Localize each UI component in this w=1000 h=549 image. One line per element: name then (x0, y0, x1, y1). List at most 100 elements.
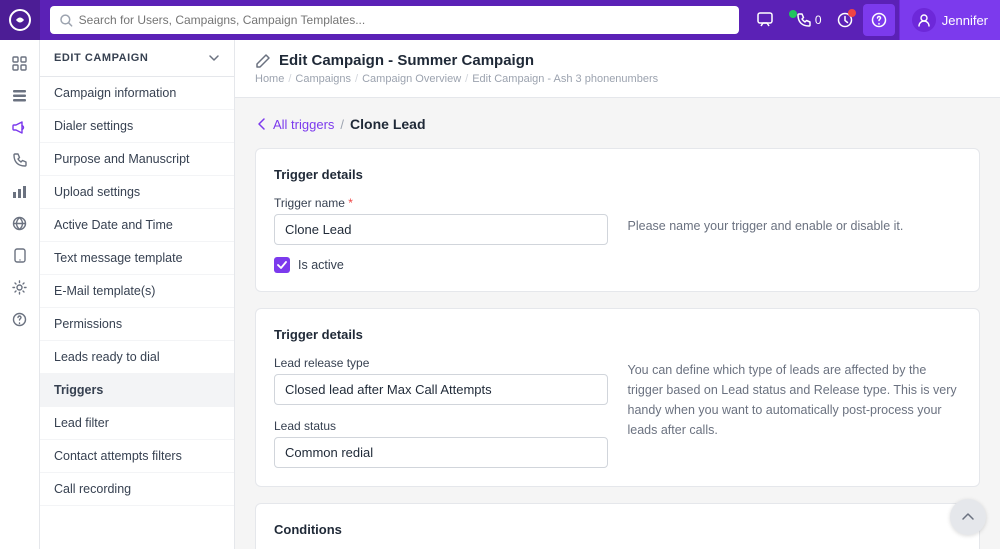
check-icon (277, 261, 287, 269)
sidebar-icon-campaign[interactable] (3, 112, 37, 142)
breadcrumb-sep-1: / (288, 73, 291, 85)
lead-status-select[interactable]: Common redial Completed Do not call (274, 437, 608, 468)
trigger-name-label-text: Trigger name (274, 196, 345, 210)
logo[interactable] (0, 0, 40, 40)
sidebar-item-dialer[interactable]: Dialer settings (40, 110, 234, 143)
sidebar-item-purpose[interactable]: Purpose and Manuscript (40, 143, 234, 176)
sidebar-icon-settings[interactable] (3, 272, 37, 302)
search-icon (60, 14, 73, 27)
globe-icon (12, 216, 27, 231)
green-dot (789, 10, 797, 18)
sidebar-item-sms[interactable]: Text message template (40, 242, 234, 275)
chat-icon (757, 12, 773, 28)
avatar (912, 8, 936, 32)
phone-icon (796, 12, 812, 28)
checkbox-active[interactable] (274, 257, 290, 273)
user-name: Jennifer (942, 13, 988, 28)
call-count: 0 (815, 13, 822, 27)
megaphone-icon (12, 120, 27, 135)
page-title-text: Edit Campaign - Summer Campaign (279, 52, 534, 69)
sidebar-item-leads[interactable]: Leads ready to dial (40, 341, 234, 374)
trigger-details-content-2: Lead release type Closed lead after Max … (274, 356, 961, 468)
topnav: 0 Jennifer (0, 0, 1000, 40)
trigger-hint-1: Please name your trigger and enable or d… (628, 196, 962, 273)
topnav-actions: 0 (749, 4, 895, 36)
sidebar-icon-globe[interactable] (3, 208, 37, 238)
help-icon-btn[interactable] (863, 4, 895, 36)
call-icon-btn[interactable]: 0 (783, 4, 827, 36)
nav-header: EDIT CAMPAIGN (40, 40, 234, 77)
sidebar-item-upload[interactable]: Upload settings (40, 176, 234, 209)
content-body: All triggers / Clone Lead Trigger detail… (235, 98, 1000, 549)
breadcrumb-sep-2: / (355, 73, 358, 85)
breadcrumb-home[interactable]: Home (255, 73, 284, 85)
sidebar-icon-chart[interactable] (3, 176, 37, 206)
trigger-form-left-2: Lead release type Closed lead after Max … (274, 356, 608, 468)
sidebar-icon-home[interactable] (3, 48, 37, 78)
trigger-details-card-1: Trigger details Trigger name * (255, 148, 980, 292)
sidebar-item-triggers[interactable]: Triggers (40, 374, 234, 407)
trigger-details-content-1: Trigger name * Is active Please (274, 196, 961, 273)
trigger-details-card-2: Trigger details Lead release type Closed… (255, 308, 980, 487)
scroll-to-top-btn[interactable] (950, 499, 986, 535)
mobile-icon (14, 248, 26, 263)
breadcrumb-campaigns[interactable]: Campaigns (295, 73, 351, 85)
section-title: Clone Lead (350, 116, 425, 132)
sidebar-item-permissions[interactable]: Permissions (40, 308, 234, 341)
trigger-name-group: Trigger name * (274, 196, 608, 245)
sidebar-item-email[interactable]: E-Mail template(s) (40, 275, 234, 308)
is-active-row: Is active (274, 257, 608, 273)
chevron-down-icon[interactable] (208, 52, 220, 64)
sidebar-item-call-recording[interactable]: Call recording (40, 473, 234, 506)
gear-icon (12, 280, 27, 295)
separator: / (340, 117, 344, 132)
lead-release-select[interactable]: Closed lead after Max Call Attempts Rele… (274, 374, 608, 405)
sidebar-item-lead-filter[interactable]: Lead filter (40, 407, 234, 440)
back-link[interactable]: All triggers (255, 117, 334, 132)
user-menu[interactable]: Jennifer (899, 0, 1000, 40)
content: Edit Campaign - Summer Campaign Home / C… (235, 40, 1000, 549)
back-nav: All triggers / Clone Lead (255, 116, 980, 132)
trigger-hint-2: You can define which type of leads are a… (628, 356, 962, 468)
lead-release-label: Lead release type (274, 356, 608, 370)
clock-icon-btn[interactable] (829, 4, 861, 36)
nav-sidebar: EDIT CAMPAIGN Campaign information Diale… (40, 40, 235, 549)
sidebar-icon-phone[interactable] (3, 144, 37, 174)
question-icon (871, 12, 887, 28)
sidebar-item-activedate[interactable]: Active Date and Time (40, 209, 234, 242)
nav-header-label: EDIT CAMPAIGN (54, 52, 148, 64)
search-bar[interactable] (50, 6, 739, 34)
sidebar-icon-list[interactable] (3, 80, 37, 110)
lead-status-label: Lead status (274, 419, 608, 433)
search-input[interactable] (79, 13, 729, 27)
help-icon (12, 312, 27, 327)
is-active-label[interactable]: Is active (298, 258, 344, 272)
trigger-form-left: Trigger name * Is active (274, 196, 608, 273)
breadcrumb-current: Edit Campaign - Ash 3 phonenumbers (472, 73, 658, 85)
sidebar-icon-mobile[interactable] (3, 240, 37, 270)
red-dot (848, 9, 856, 17)
sidebar-item-campaign-info[interactable]: Campaign information (40, 77, 234, 110)
lead-status-group: Lead status Common redial Completed Do n… (274, 419, 608, 468)
back-link-text: All triggers (273, 117, 334, 132)
lead-release-group: Lead release type Closed lead after Max … (274, 356, 608, 405)
phone2-icon (12, 152, 27, 167)
chevron-up-icon (961, 510, 975, 524)
list-icon (12, 88, 27, 103)
conditions-card: Conditions Select condition Add (255, 503, 980, 549)
content-header: Edit Campaign - Summer Campaign Home / C… (235, 40, 1000, 98)
user-icon (917, 13, 931, 27)
trigger-name-input[interactable] (274, 214, 608, 245)
chat-icon-btn[interactable] (749, 4, 781, 36)
breadcrumb-sep-3: / (465, 73, 468, 85)
sidebar-icon-help[interactable] (3, 304, 37, 334)
edit-icon (255, 53, 271, 69)
conditions-title: Conditions (274, 522, 961, 537)
trigger-name-label: Trigger name * (274, 196, 608, 210)
required-star: * (348, 196, 353, 210)
breadcrumb-overview[interactable]: Campaign Overview (362, 73, 461, 85)
arrow-left-icon (255, 117, 269, 131)
icon-sidebar (0, 40, 40, 549)
sidebar-item-contact-attempts[interactable]: Contact attempts filters (40, 440, 234, 473)
breadcrumb: Home / Campaigns / Campaign Overview / E… (255, 73, 980, 85)
